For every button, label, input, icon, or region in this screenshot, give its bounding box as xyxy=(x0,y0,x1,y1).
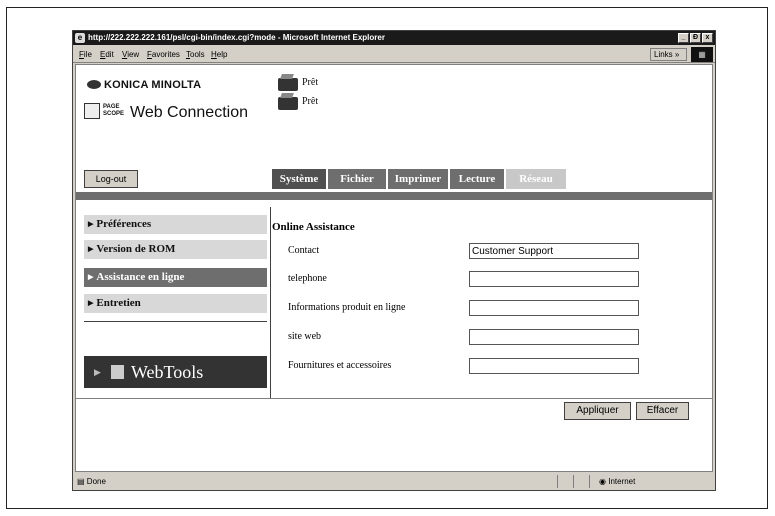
status-done: ▤ Done xyxy=(77,473,106,490)
links-button[interactable]: Links » xyxy=(650,48,687,61)
sidebar-item-assistance[interactable]: ▶ Assistance en ligne xyxy=(84,268,267,287)
sidebar-item-label: Version de ROM xyxy=(96,243,176,255)
menu-file[interactable]: File xyxy=(79,46,92,63)
status-divider xyxy=(589,475,590,488)
product-info-input[interactable] xyxy=(469,300,639,316)
konica-text: KONICA MINOLTA xyxy=(104,79,202,91)
logout-button[interactable]: Log-out xyxy=(84,170,138,188)
globe-icon xyxy=(87,80,101,89)
ie-icon: e xyxy=(75,33,85,43)
menu-help[interactable]: Help xyxy=(211,46,227,63)
pagescope-badge: PAGE SCOPE xyxy=(103,104,125,117)
printer-status-1: Prêt xyxy=(302,77,319,88)
sidebar-item-label: Entretien xyxy=(96,297,141,309)
menu-tools[interactable]: Tools xyxy=(186,46,205,63)
printer-icon xyxy=(278,78,298,91)
browser-window: e http://222.222.222.161/psl/cgi-bin/ind… xyxy=(72,30,716,491)
form-title: Online Assistance xyxy=(272,221,355,233)
menu-bar: File Edit View Favorites Tools Help Link… xyxy=(73,46,715,63)
product-info-label: Informations produit en ligne xyxy=(288,302,406,313)
scanner-icon xyxy=(278,97,298,110)
pagescope-icon xyxy=(84,103,100,119)
triangle-right-icon: ▶ xyxy=(88,245,94,253)
minimize-button[interactable]: _ xyxy=(678,33,689,43)
supplies-input[interactable] xyxy=(469,358,639,374)
contact-label: Contact xyxy=(288,245,320,256)
status-bar: ▤ Done ◉ Internet xyxy=(73,473,715,490)
apply-button[interactable]: Appliquer xyxy=(564,402,631,420)
sidebar-item-preferences[interactable]: ▶ Préférences xyxy=(84,215,267,234)
telephone-label: telephone xyxy=(288,273,327,284)
printer-status-2: Prêt xyxy=(302,96,319,107)
triangle-right-icon: ▶ xyxy=(94,367,101,377)
close-button[interactable]: x xyxy=(702,33,713,43)
status-divider xyxy=(557,475,558,488)
webtools-label: WebTools xyxy=(131,362,204,382)
menu-favorites[interactable]: Favorites xyxy=(147,46,180,63)
webtools-banner[interactable]: ▶ WebTools xyxy=(84,356,267,388)
sidebar-item-label: Préférences xyxy=(96,218,152,230)
page-icon: ▤ xyxy=(77,477,85,486)
page-content: KONICA MINOLTA PAGE SCOPE Web Connection … xyxy=(75,64,713,472)
triangle-right-icon: ▶ xyxy=(88,273,94,281)
title-bar: e http://222.222.222.161/psl/cgi-bin/ind… xyxy=(73,31,715,45)
status-zone: ◉ Internet xyxy=(599,473,635,490)
supplies-label: Fournitures et accessoires xyxy=(288,360,392,371)
status-zone-label: Internet xyxy=(608,477,636,486)
tab-lecture[interactable]: Lecture xyxy=(450,169,504,189)
contact-input[interactable] xyxy=(469,243,639,259)
website-input[interactable] xyxy=(469,329,639,345)
windows-logo-icon: ▦ xyxy=(691,47,713,62)
menu-view[interactable]: View xyxy=(122,46,139,63)
sidebar-divider xyxy=(84,321,267,322)
sidebar-item-label: Assistance en ligne xyxy=(96,271,185,283)
tab-imprimer[interactable]: Imprimer xyxy=(388,169,448,189)
webtools-icon xyxy=(111,365,124,379)
konica-minolta-logo: KONICA MINOLTA xyxy=(87,79,201,91)
web-connection-logo: PAGE SCOPE Web Connection xyxy=(84,103,248,122)
web-connection-text: Web Connection xyxy=(130,104,248,121)
clear-button[interactable]: Effacer xyxy=(636,402,689,420)
maximize-button[interactable]: Ɖ xyxy=(690,33,701,43)
tab-systeme[interactable]: Système xyxy=(272,169,326,189)
window-title: http://222.222.222.161/psl/cgi-bin/index… xyxy=(88,33,385,42)
form-separator xyxy=(76,398,712,399)
telephone-input[interactable] xyxy=(469,271,639,287)
status-done-label: Done xyxy=(86,477,106,486)
status-divider xyxy=(573,475,574,488)
globe-icon: ◉ xyxy=(599,477,606,486)
tab-reseau[interactable]: Réseau xyxy=(506,169,566,189)
triangle-right-icon: ▶ xyxy=(88,220,94,228)
menu-edit[interactable]: Edit xyxy=(100,46,114,63)
sidebar-item-entretien[interactable]: ▶ Entretien xyxy=(84,294,267,313)
tab-fichier[interactable]: Fichier xyxy=(328,169,386,189)
triangle-right-icon: ▶ xyxy=(88,299,94,307)
vertical-divider xyxy=(270,207,271,399)
tab-underline-bar xyxy=(76,192,712,200)
website-label: site web xyxy=(288,331,322,342)
sidebar-item-version-rom[interactable]: ▶ Version de ROM xyxy=(84,240,267,259)
